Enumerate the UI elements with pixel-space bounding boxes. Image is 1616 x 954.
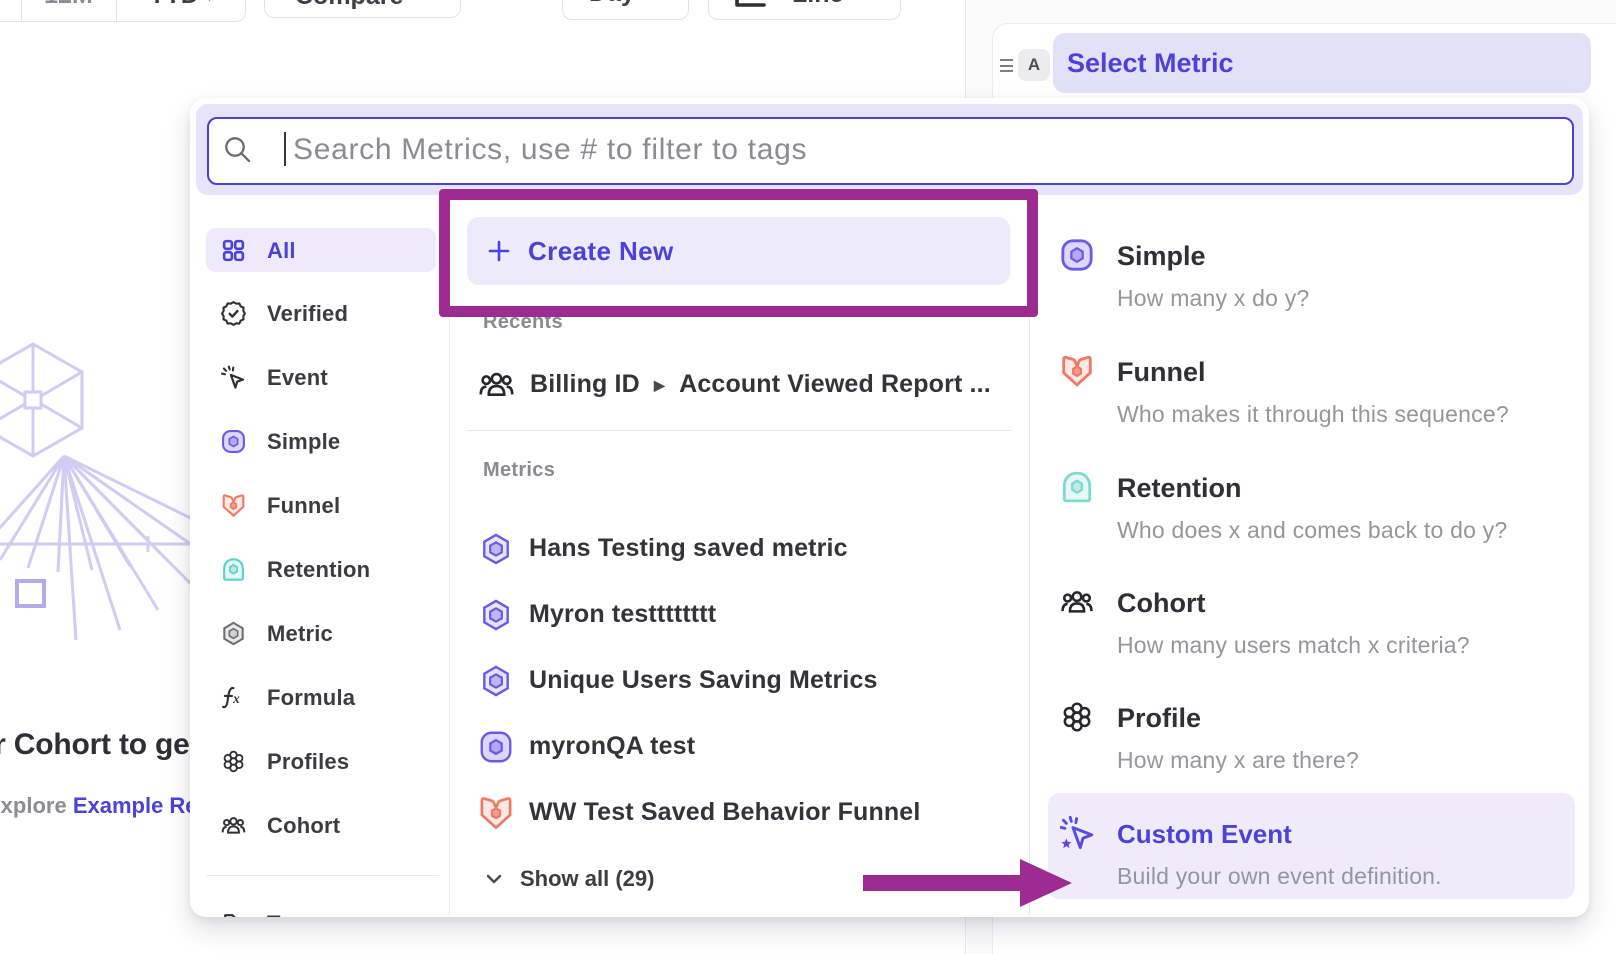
svg-text:x: x: [232, 691, 240, 706]
